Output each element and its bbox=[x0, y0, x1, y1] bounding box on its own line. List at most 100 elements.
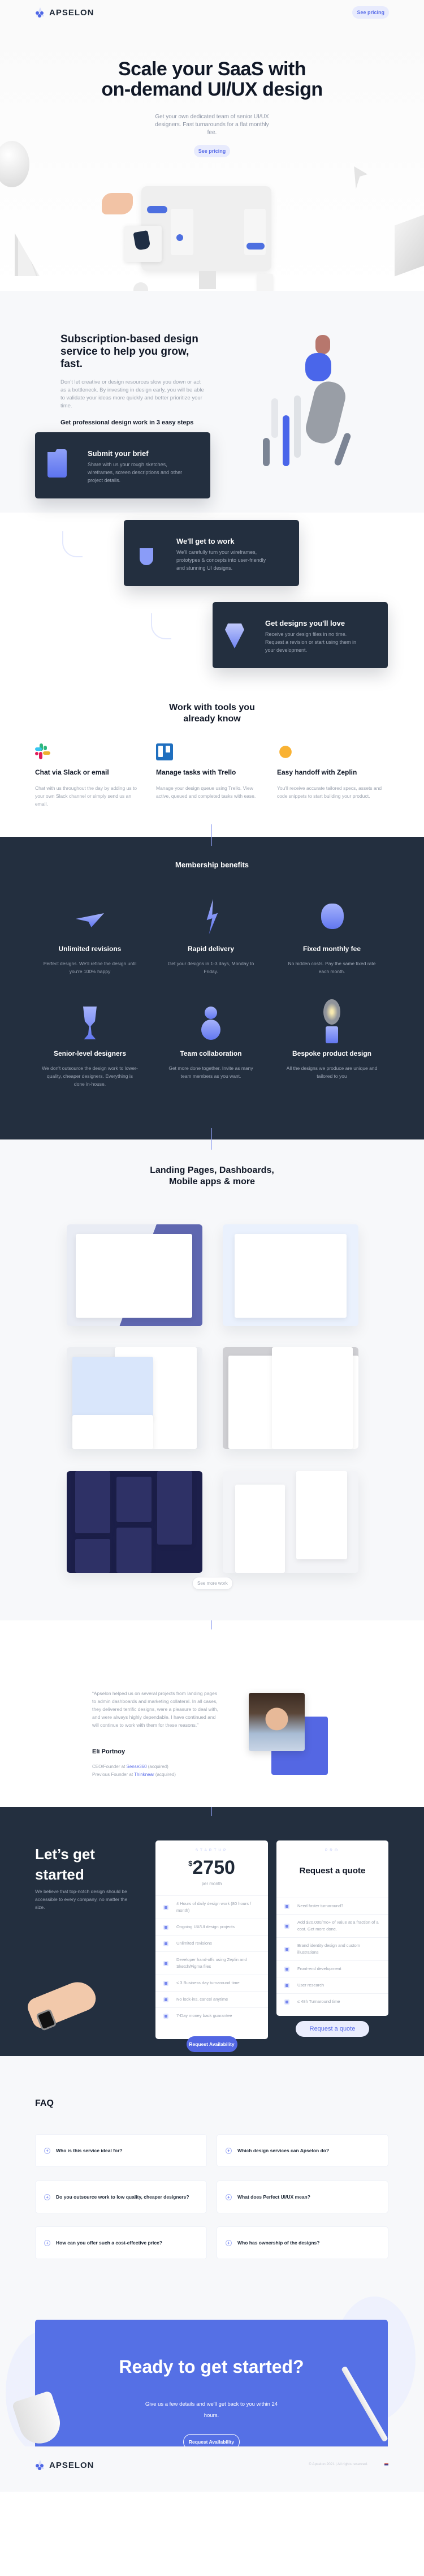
tool-text: Manage your design queue using Trello. V… bbox=[156, 785, 256, 799]
person-icon bbox=[197, 1004, 225, 1040]
request-quote-button[interactable]: Request a quote bbox=[296, 2021, 369, 2037]
divider-line bbox=[211, 1807, 212, 1816]
plus-circle-icon: + bbox=[226, 2194, 232, 2200]
tool-title: Manage tasks with Trello bbox=[156, 768, 236, 776]
faq-item[interactable]: + How can you offer such a cost-effective… bbox=[35, 2226, 207, 2259]
work-section: Landing Pages, Dashboards, Mobile apps & … bbox=[0, 1139, 424, 1620]
plan-feature: Brand identity design and custom illustr… bbox=[276, 1937, 388, 1960]
plan-feature: Need faster turnaround? bbox=[276, 1898, 388, 1914]
faq-item[interactable]: + Do you outsource work to low quality, c… bbox=[35, 2181, 207, 2213]
curved-arrow-icon bbox=[62, 531, 83, 557]
thinknear-link[interactable]: Thinknear bbox=[134, 1772, 154, 1777]
divider-line bbox=[211, 1128, 212, 1139]
plus-circle-icon: + bbox=[44, 2147, 50, 2154]
tool-item: Chat via Slack or email Chat with us thr… bbox=[35, 743, 145, 808]
benefit-text: No hidden costs. Pay the same fixed rate… bbox=[288, 961, 376, 974]
faq-item[interactable]: + Who is this service ideal for? bbox=[35, 2134, 207, 2167]
egg-decoration-icon bbox=[0, 141, 29, 187]
tool-title: Chat via Slack or email bbox=[35, 768, 109, 776]
membership-title: Membership benefits bbox=[175, 861, 249, 869]
plus-circle-icon: + bbox=[226, 2147, 232, 2154]
close-box-icon bbox=[163, 1997, 168, 2002]
pricing-section: Let’s get started We believe that top-not… bbox=[0, 1807, 424, 2056]
cta-text: Give us a few details and we'll get back… bbox=[145, 2401, 278, 2419]
nav-see-pricing-button[interactable]: See pricing bbox=[352, 6, 389, 19]
sliders-icon bbox=[284, 1982, 289, 1988]
divider-line bbox=[211, 1139, 212, 1150]
brand-logo[interactable]: APSELON bbox=[35, 7, 94, 18]
steps-heading: Get professional design work in 3 easy s… bbox=[60, 419, 194, 426]
plus-circle-icon: + bbox=[44, 2194, 50, 2200]
portfolio-shot[interactable] bbox=[223, 1471, 358, 1573]
plan-feature: 7-Day money back guarantee bbox=[155, 2007, 268, 2024]
brand-name: APSELON bbox=[49, 7, 94, 18]
portfolio-shot[interactable] bbox=[67, 1347, 202, 1449]
running-man-illustration bbox=[249, 330, 356, 467]
trello-icon bbox=[156, 743, 173, 760]
subscription-title: Subscription-based design service to hel… bbox=[60, 333, 198, 370]
copyright: © Apselon 2021 | All rights reserved. bbox=[309, 2462, 368, 2466]
plan-feature: No lock-ins, cancel anytime bbox=[155, 1991, 268, 2007]
testimonial-quote: “Apselon helped us on several projects f… bbox=[92, 1691, 219, 1728]
portfolio-shot[interactable] bbox=[223, 1224, 358, 1326]
plan-feature: ≤ 3 Business day turnaround time bbox=[155, 1975, 268, 1991]
startup-plan-card: STARTUP $2750 per month 4 Hours of daily… bbox=[155, 1840, 268, 2052]
bar-chart-icon bbox=[284, 1903, 289, 1909]
benefit-item: Fixed monthly fee No hidden costs. Pay t… bbox=[277, 899, 387, 975]
hero-subtitle: Get your own dedicated team of senior UI… bbox=[155, 114, 269, 136]
hourglass-icon bbox=[163, 1980, 168, 1986]
step-text: Share with us your rough sketches, wiref… bbox=[88, 462, 183, 483]
plan-feature: Unlimited revisions bbox=[155, 1935, 268, 1951]
portfolio-shot[interactable] bbox=[67, 1471, 202, 1573]
benefit-title: Rapid delivery bbox=[187, 945, 235, 953]
plan-feature: 4 Hours of daily design work (80 hours /… bbox=[155, 1895, 268, 1919]
testimonial-name: Eli Portnoy bbox=[92, 1748, 126, 1755]
piggy-bank-icon bbox=[318, 899, 346, 936]
plan-period: per month bbox=[201, 1881, 222, 1886]
step-card: Submit your brief Share with us your rou… bbox=[35, 432, 210, 498]
sense360-link[interactable]: Sense360 bbox=[126, 1764, 146, 1769]
hourglass-icon bbox=[284, 1999, 289, 2005]
step-text: We'll carefully turn your wireframes, pr… bbox=[176, 549, 266, 571]
hero-see-pricing-button[interactable]: See pricing bbox=[193, 145, 231, 157]
benefit-text: Perfect designs. We'll refine the design… bbox=[43, 961, 137, 974]
plan-feature: Add $20,000/mo+ of value at a fraction o… bbox=[276, 1914, 388, 1937]
tool-text: You'll receive accurate tailored specs, … bbox=[277, 785, 382, 799]
cta-title: Ready to get started? bbox=[119, 2356, 304, 2377]
pro-plan-card: PRO Request a quote Need faster turnarou… bbox=[276, 1840, 388, 2037]
slack-icon bbox=[35, 743, 52, 760]
grid-icon bbox=[163, 1941, 168, 1946]
request-availability-button[interactable]: Request Availability bbox=[186, 2036, 237, 2052]
tool-text: Chat with us throughout the day by addin… bbox=[35, 785, 137, 807]
calculator-icon bbox=[163, 1904, 168, 1910]
footer-logo[interactable]: APSELON bbox=[35, 2460, 94, 2470]
dollar-icon bbox=[163, 2013, 168, 2019]
pricing-title: Let’s get started bbox=[35, 1846, 95, 1883]
faq-item[interactable]: + What does Perfect UI/UX mean? bbox=[217, 2181, 388, 2213]
logo-icon bbox=[35, 7, 45, 18]
portfolio-shot[interactable] bbox=[223, 1347, 358, 1449]
work-title: Landing Pages, Dashboards, Mobile apps & … bbox=[150, 1166, 274, 1186]
flag-icon[interactable] bbox=[384, 2463, 388, 2466]
benefit-item: Rapid delivery Get your designs in 1-3 d… bbox=[156, 899, 266, 975]
tool-title: Easy handoff with Zeplin bbox=[277, 768, 357, 776]
benefit-item: Unlimited revisions Perfect designs. We'… bbox=[35, 899, 145, 975]
benefit-text: We don't outsource the design work to lo… bbox=[42, 1065, 138, 1087]
benefit-title: Unlimited revisions bbox=[58, 945, 122, 953]
hero-section: Scale your SaaS with on-demand UI/UX desi… bbox=[0, 25, 424, 359]
tools-section: Work with tools you already know Chat via… bbox=[0, 687, 424, 837]
curved-arrow-icon bbox=[151, 613, 171, 639]
footer: APSELON © Apselon 2021 | All rights rese… bbox=[0, 2446, 424, 2492]
faq-item[interactable]: + Which design services can Apselon do? bbox=[217, 2134, 388, 2167]
divider-line bbox=[211, 824, 212, 837]
see-more-work-button[interactable]: See more work bbox=[192, 1577, 233, 1590]
lightbulb-icon bbox=[318, 999, 346, 1043]
portfolio-shot[interactable] bbox=[67, 1224, 202, 1326]
plan-feature: User research bbox=[276, 1977, 388, 1993]
plan-feature: ≤ 48h Turnaround time bbox=[276, 1993, 388, 2010]
subscription-section: Subscription-based design service to hel… bbox=[0, 291, 424, 687]
faq-item[interactable]: + Who has ownership of the designs? bbox=[217, 2226, 388, 2259]
top-nav: APSELON See pricing bbox=[0, 0, 424, 25]
plan-feature: Developer hand-offs using Zeplin and Ske… bbox=[155, 1951, 268, 1975]
subscription-body: Don't let creative or design resources s… bbox=[60, 379, 204, 409]
